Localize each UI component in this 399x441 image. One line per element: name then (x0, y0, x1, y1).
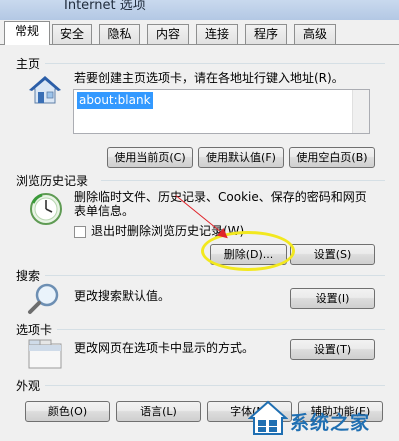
use-default-button[interactable]: 使用默认值(F) (198, 147, 284, 168)
delete-on-exit-checkbox[interactable] (74, 226, 86, 238)
watermark-logo-icon (248, 400, 288, 435)
title-bar: Internet 选项 (0, 0, 399, 21)
colors-button[interactable]: 颜色(O) (25, 401, 110, 422)
history-description-line2: 表单信息。 (74, 204, 135, 218)
use-blank-button[interactable]: 使用空白页(B) (289, 147, 375, 168)
use-current-button[interactable]: 使用当前页(C) (107, 147, 193, 168)
search-settings-button[interactable]: 设置(I) (290, 288, 375, 309)
history-clock-icon (30, 193, 62, 225)
home-divider (45, 63, 385, 64)
tab-security[interactable]: 安全 (52, 24, 92, 44)
tabs-divider (57, 329, 385, 330)
history-description-line1: 删除临时文件、历史记录、Cookie、保存的密码和网页 (74, 190, 367, 204)
watermark: 系统之家 (228, 398, 399, 440)
tab-privacy[interactable]: 隐私 (99, 24, 140, 44)
appearance-divider (45, 385, 385, 386)
appearance-section-title: 外观 (16, 379, 41, 393)
tabs-icon (28, 339, 62, 369)
history-settings-button[interactable]: 设置(S) (290, 244, 375, 265)
history-section-title: 浏览历史记录 (16, 174, 89, 188)
languages-button[interactable]: 语言(L) (116, 401, 201, 422)
house-icon (29, 76, 61, 104)
search-divider (45, 275, 385, 276)
home-description: 若要创建主页选项卡，请在各地址行键入地址(R)。 (74, 71, 344, 85)
watermark-text: 系统之家 (290, 412, 371, 434)
tabs-settings-button[interactable]: 设置(T) (290, 339, 375, 360)
tab-strip: 常规 安全 隐私 内容 连接 程序 高级 (0, 20, 399, 45)
history-divider (101, 180, 385, 181)
tab-advanced[interactable]: 高级 (294, 24, 336, 44)
home-url-input[interactable]: about:blank (73, 89, 370, 134)
home-section-title: 主页 (16, 57, 41, 71)
tab-connections[interactable]: 连接 (196, 24, 238, 44)
tabs-description: 更改网页在选项卡中显示的方式。 (74, 341, 255, 355)
tab-general[interactable]: 常规 (4, 21, 50, 45)
url-scrollbar[interactable] (352, 90, 369, 133)
magnifier-icon (28, 283, 59, 314)
window-title: Internet 选项 (64, 0, 146, 13)
tab-content[interactable]: 内容 (147, 24, 189, 44)
home-url-value: about:blank (77, 92, 153, 109)
tab-programs[interactable]: 程序 (245, 24, 287, 44)
annotation-highlight-circle (201, 231, 295, 271)
search-description: 更改搜索默认值。 (74, 289, 171, 303)
tabs-section-title: 选项卡 (16, 323, 53, 337)
